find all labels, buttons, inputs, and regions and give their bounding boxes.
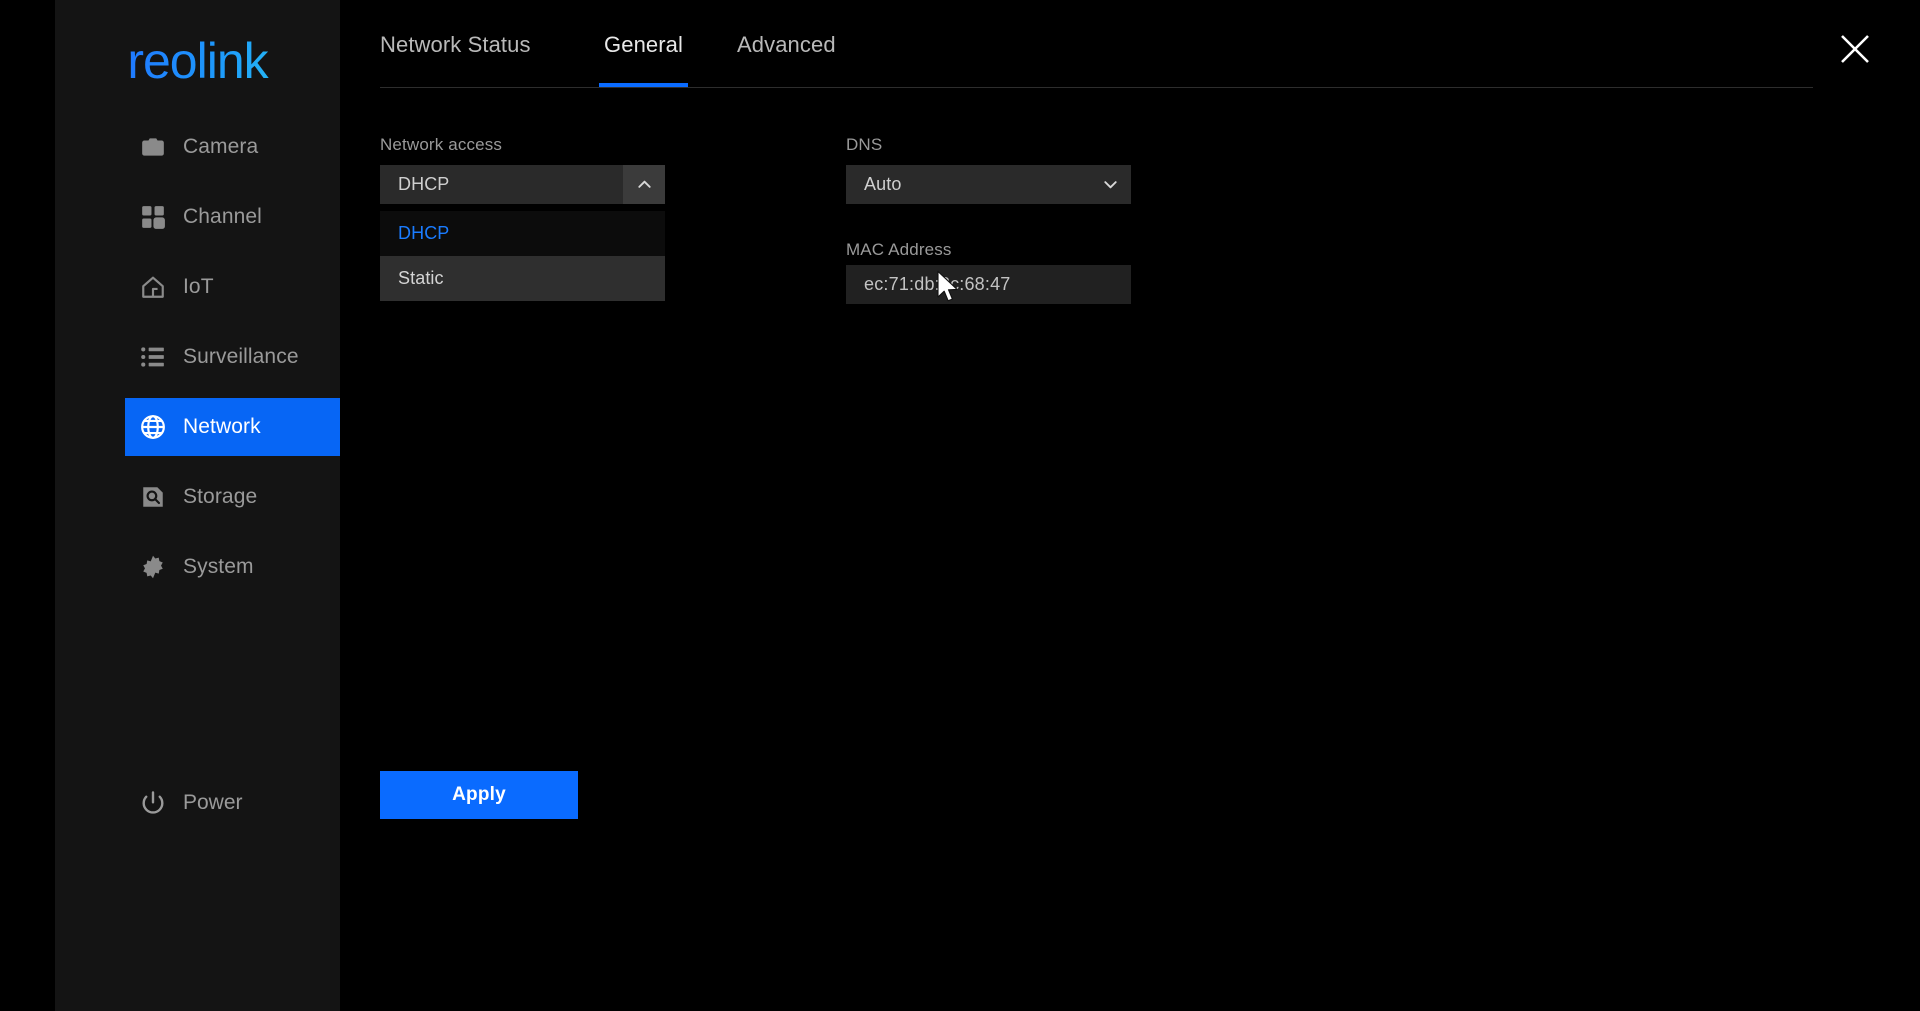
hard-drive-icon (140, 484, 166, 510)
sidebar-item-label: Camera (183, 135, 259, 158)
network-access-select[interactable]: DHCP (380, 165, 665, 204)
sidebar-item-label: Surveillance (183, 345, 299, 368)
sidebar-item-label: System (183, 555, 254, 578)
sidebar-item-label: Network (183, 415, 261, 438)
reolink-nvr-window: reolink Camera Channel IoT Surveillance (0, 0, 1920, 1011)
dns-label: DNS (846, 135, 883, 154)
power-icon (140, 790, 166, 816)
tab-bar: Network Status General Advanced (380, 32, 1813, 88)
left-letterbox (0, 0, 55, 1011)
tab-general[interactable]: General (599, 32, 688, 87)
network-access-label: Network access (380, 135, 503, 154)
mac-address-label: MAC Address (846, 240, 952, 259)
network-access-value: DHCP (398, 174, 450, 194)
sidebar-item-label: Channel (183, 205, 262, 228)
sidebar-item-label: Storage (183, 485, 258, 508)
dropdown-option-dhcp[interactable]: DHCP (380, 211, 665, 256)
camera-icon (140, 134, 166, 160)
list-icon (140, 344, 166, 370)
channel-grid-icon (140, 204, 166, 230)
reolink-logo: reolink (55, 30, 340, 92)
dropdown-option-static[interactable]: Static (380, 256, 665, 301)
sidebar-item-surveillance[interactable]: Surveillance (69, 328, 340, 386)
sidebar: reolink Camera Channel IoT Surveillance (55, 0, 395, 1011)
dns-value: Auto (864, 174, 902, 194)
sidebar-item-system[interactable]: System (69, 538, 340, 596)
apply-button[interactable]: Apply (380, 771, 578, 819)
mac-address-value: ec:71:db:8c:68:47 (864, 274, 1011, 294)
sidebar-item-label: IoT (183, 275, 214, 298)
dns-select[interactable]: Auto (846, 165, 1131, 204)
tab-advanced[interactable]: Advanced (737, 32, 836, 87)
sidebar-item-label: Power (183, 791, 243, 814)
close-icon[interactable] (1834, 28, 1876, 70)
sidebar-item-storage[interactable]: Storage (69, 468, 340, 526)
home-icon (140, 274, 166, 300)
sidebar-item-power[interactable]: Power (140, 790, 243, 816)
sidebar-item-iot[interactable]: IoT (69, 258, 340, 316)
globe-icon (140, 414, 166, 440)
network-access-dropdown-menu[interactable]: DHCP Static (380, 211, 665, 301)
mac-address-field: ec:71:db:8c:68:47 (846, 265, 1131, 304)
sidebar-item-channel[interactable]: Channel (69, 188, 340, 246)
chevron-up-icon[interactable] (623, 165, 665, 204)
main-content: Network Status General Advanced Network … (340, 0, 1920, 1011)
tab-network-status[interactable]: Network Status (380, 32, 531, 87)
sidebar-item-camera[interactable]: Camera (69, 118, 340, 176)
chevron-down-icon[interactable] (1089, 165, 1131, 204)
gear-icon (140, 554, 166, 580)
